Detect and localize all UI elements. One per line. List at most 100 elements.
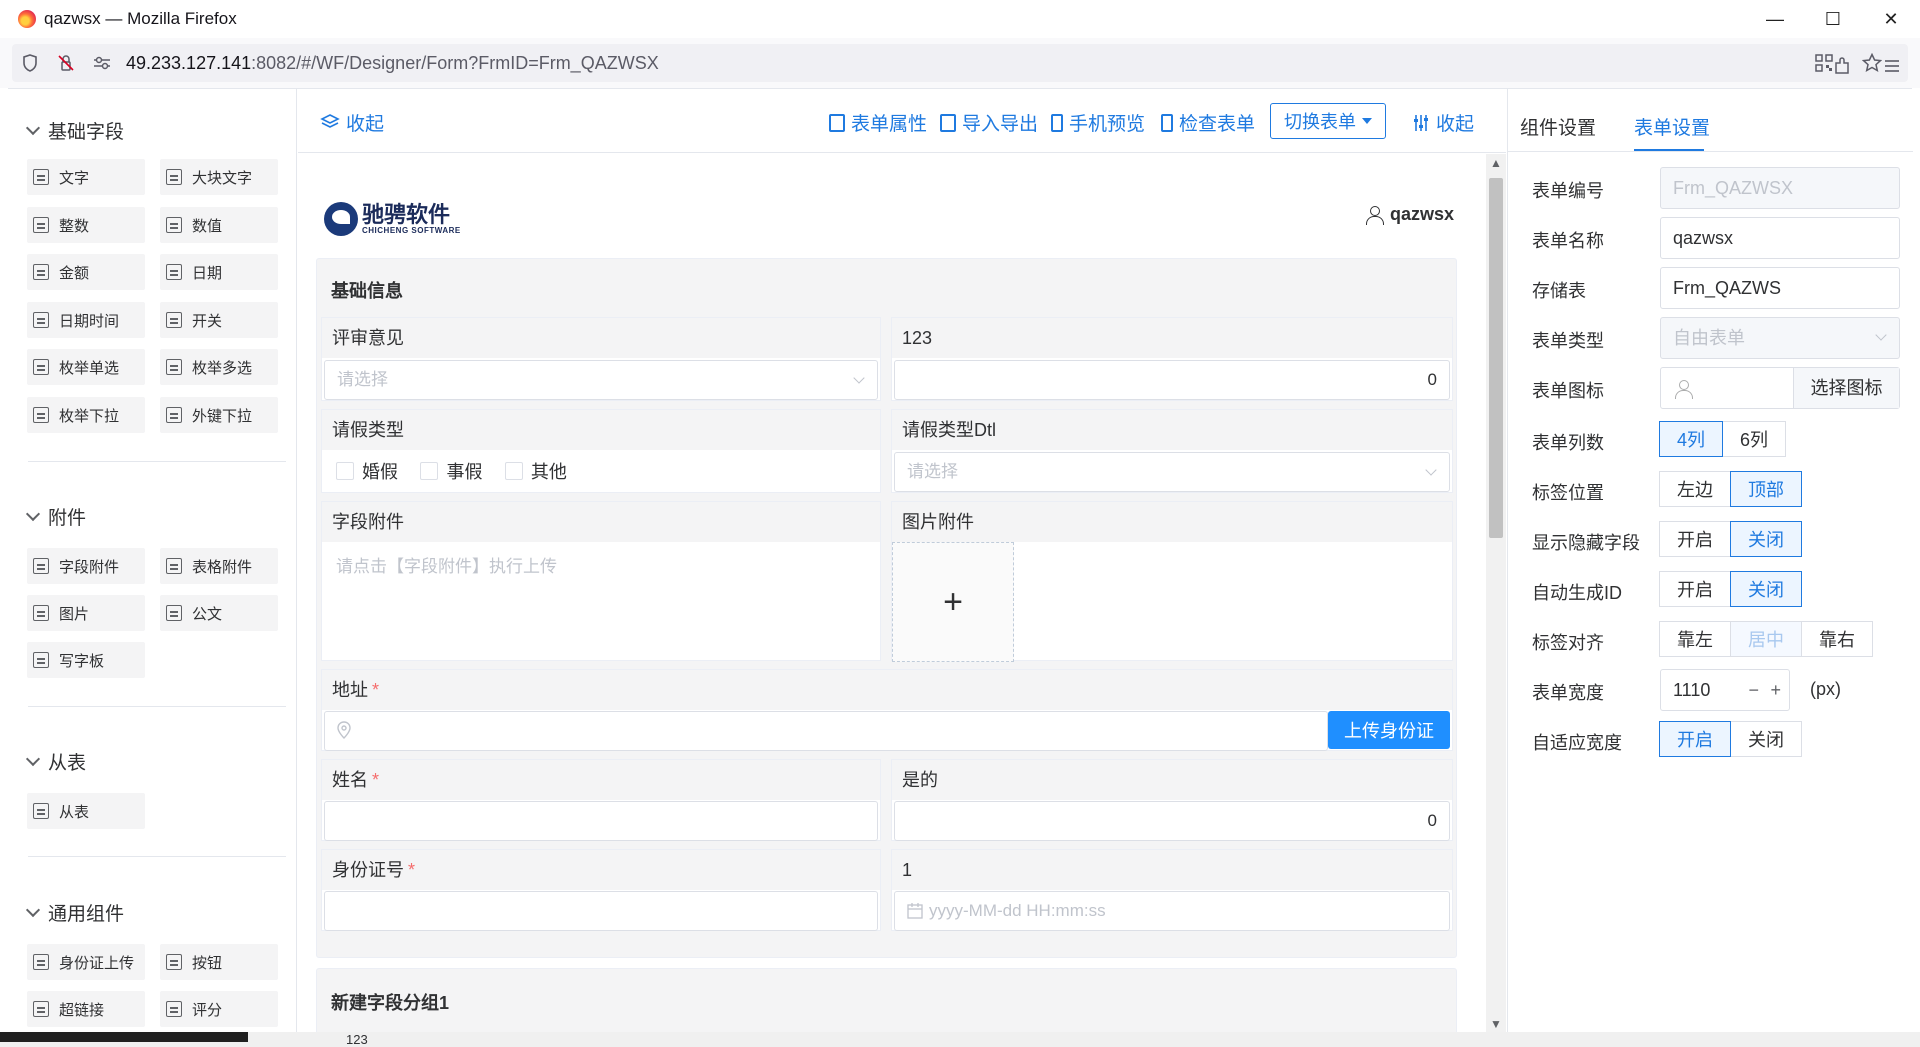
auto-id-on[interactable]: 开启 (1659, 571, 1731, 607)
number-input-123[interactable]: 0 (894, 360, 1450, 400)
show-hidden-on[interactable]: 开启 (1659, 521, 1731, 557)
leave-dtl-select[interactable]: 请选择 (894, 452, 1450, 492)
no-permission-icon[interactable] (48, 45, 84, 81)
component-hyperlink[interactable]: 超链接 (27, 991, 145, 1027)
datetime-input[interactable]: yyyy-MM-dd HH:mm:ss (894, 891, 1450, 931)
id-number-input[interactable] (324, 891, 878, 931)
field-field-attachment[interactable]: 字段附件 请点击【字段附件】执行上传 (321, 501, 881, 661)
form-name-input[interactable]: qazwsx (1660, 217, 1900, 259)
url-bar[interactable]: 49.233.127.141:8082/#/WF/Designer/Form?F… (12, 44, 1908, 82)
scrollbar-thumb[interactable] (1489, 178, 1503, 538)
component-field-attachment[interactable]: 字段附件 (27, 548, 145, 584)
checkbox-option[interactable]: 婚假 (336, 458, 398, 484)
component-enum-radio[interactable]: 枚举单选 (27, 349, 145, 385)
component-document[interactable]: 公文 (160, 595, 278, 631)
component-id-upload[interactable]: 身份证上传 (27, 944, 145, 980)
columns-6-option[interactable]: 6列 (1722, 421, 1786, 457)
yes-number-input[interactable]: 0 (894, 801, 1450, 841)
columns-4-option[interactable]: 4列 (1659, 421, 1723, 457)
group-attachments[interactable]: 附件 (25, 503, 86, 530)
minimize-button[interactable]: — (1746, 0, 1804, 38)
show-hidden-off[interactable]: 关闭 (1730, 521, 1802, 557)
canvas-scrollbar[interactable]: ▲ ▼ (1486, 154, 1506, 1033)
site-settings-icon[interactable] (84, 45, 120, 81)
menu-icon[interactable] (1874, 48, 1910, 84)
align-center-option[interactable]: 居中 (1730, 621, 1802, 657)
checkbox-option[interactable]: 事假 (420, 458, 482, 484)
check-form-button[interactable]: 检查表单 (1161, 109, 1255, 136)
maximize-button[interactable]: ☐ (1804, 0, 1862, 38)
field-review-opinion[interactable]: 评审意见 请选择 (321, 317, 881, 401)
component-textarea[interactable]: 大块文字 (160, 159, 278, 195)
label-left-option[interactable]: 左边 (1659, 471, 1731, 507)
checkbox-option[interactable]: 其他 (504, 458, 567, 484)
import-export-button[interactable]: 导入导出 (940, 109, 1038, 136)
close-button[interactable]: ✕ (1862, 0, 1920, 38)
name-input[interactable] (324, 801, 878, 841)
component-datetime[interactable]: 日期时间 (27, 302, 145, 338)
component-text[interactable]: 文字 (27, 159, 145, 195)
field-id-number[interactable]: 身份证号 * (321, 849, 881, 931)
component-button[interactable]: 按钮 (160, 944, 278, 980)
form-no-input[interactable]: Frm_QAZWSX (1660, 167, 1900, 209)
mobile-preview-button[interactable]: 手机预览 (1051, 109, 1145, 136)
shield-icon[interactable] (12, 45, 48, 81)
checkbox[interactable] (420, 462, 439, 480)
field-leave-type-dtl[interactable]: 请假类型Dtl 请选择 (891, 409, 1453, 493)
component-integer[interactable]: 整数 (27, 207, 145, 243)
storage-table-input[interactable]: Frm_QAZWS (1660, 267, 1900, 309)
checkbox[interactable] (336, 462, 354, 480)
component-money[interactable]: 金额 (27, 254, 145, 290)
form-type-select[interactable]: 自由表单 (1660, 317, 1900, 359)
decrement-button[interactable]: − (1748, 670, 1759, 710)
component-subtable[interactable]: 从表 (27, 793, 145, 829)
image-upload-plus[interactable]: + (892, 542, 1014, 662)
group-common-components[interactable]: 通用组件 (25, 899, 124, 926)
label-top-option[interactable]: 顶部 (1730, 471, 1802, 507)
field-123[interactable]: 123 0 (891, 317, 1453, 401)
component-enum-dropdown[interactable]: 枚举下拉 (27, 397, 145, 433)
extensions-icon[interactable] (1824, 48, 1860, 84)
group-basic-fields[interactable]: 基础字段 (25, 117, 124, 144)
collapse-right-button[interactable]: 收起 (1412, 109, 1474, 136)
collapse-left-button[interactable]: 收起 (320, 109, 384, 136)
component-switch[interactable]: 开关 (160, 302, 278, 338)
adaptive-off[interactable]: 关闭 (1730, 721, 1802, 757)
form-properties-button[interactable]: 表单属性 (829, 109, 927, 136)
group-subtable[interactable]: 从表 (25, 748, 86, 775)
component-number[interactable]: 数值 (160, 207, 278, 243)
component-table-attachment[interactable]: 表格附件 (160, 548, 278, 584)
field-image-attachment[interactable]: 图片附件 + (891, 501, 1453, 662)
tab-component-settings[interactable]: 组件设置 (1520, 113, 1596, 140)
review-select[interactable]: 请选择 (324, 360, 878, 400)
select-icon-button[interactable]: 选择图标 (1793, 368, 1899, 408)
component-image[interactable]: 图片 (27, 595, 145, 631)
switch-form-dropdown[interactable]: 切换表单 (1270, 103, 1386, 139)
increment-button[interactable]: + (1770, 670, 1781, 710)
component-writing-pad[interactable]: 写字板 (27, 642, 145, 678)
auto-id-off[interactable]: 关闭 (1730, 571, 1802, 607)
scroll-up-icon[interactable]: ▲ (1490, 156, 1502, 170)
field-group-new-1[interactable]: 新建字段分组1 (316, 968, 1457, 1033)
checkbox[interactable] (504, 462, 523, 480)
align-right-option[interactable]: 靠右 (1801, 621, 1873, 657)
component-enum-checkbox[interactable]: 枚举多选 (160, 349, 278, 385)
field-group-basic-info[interactable]: 基础信息 评审意见 请选择 123 0 请假类型 婚假 事假 其他 请假类型Dt… (316, 258, 1457, 958)
component-date[interactable]: 日期 (160, 254, 278, 290)
upload-id-card-button[interactable]: 上传身份证 (1328, 711, 1450, 749)
component-fk-dropdown[interactable]: 外键下拉 (160, 397, 278, 433)
field-name[interactable]: 姓名 * (321, 759, 881, 841)
adaptive-on[interactable]: 开启 (1659, 721, 1731, 757)
field-yes[interactable]: 是的 0 (891, 759, 1453, 841)
form-width-input[interactable]: 1110 − + (1660, 669, 1790, 711)
field-address[interactable]: 地址 * 上传身份证 (321, 669, 1453, 751)
field-leave-type[interactable]: 请假类型 婚假 事假 其他 (321, 409, 881, 493)
address-input[interactable] (324, 711, 1328, 751)
tab-form-settings[interactable]: 表单设置 (1634, 113, 1710, 140)
align-left-option[interactable]: 靠左 (1659, 621, 1731, 657)
component-rating[interactable]: 评分 (160, 991, 278, 1027)
url-text[interactable]: 49.233.127.141:8082/#/WF/Designer/Form?F… (126, 53, 659, 74)
form-icon-picker[interactable]: 选择图标 (1660, 367, 1900, 409)
scroll-down-icon[interactable]: ▼ (1490, 1017, 1502, 1031)
field-1[interactable]: 1 yyyy-MM-dd HH:mm:ss (891, 849, 1453, 931)
